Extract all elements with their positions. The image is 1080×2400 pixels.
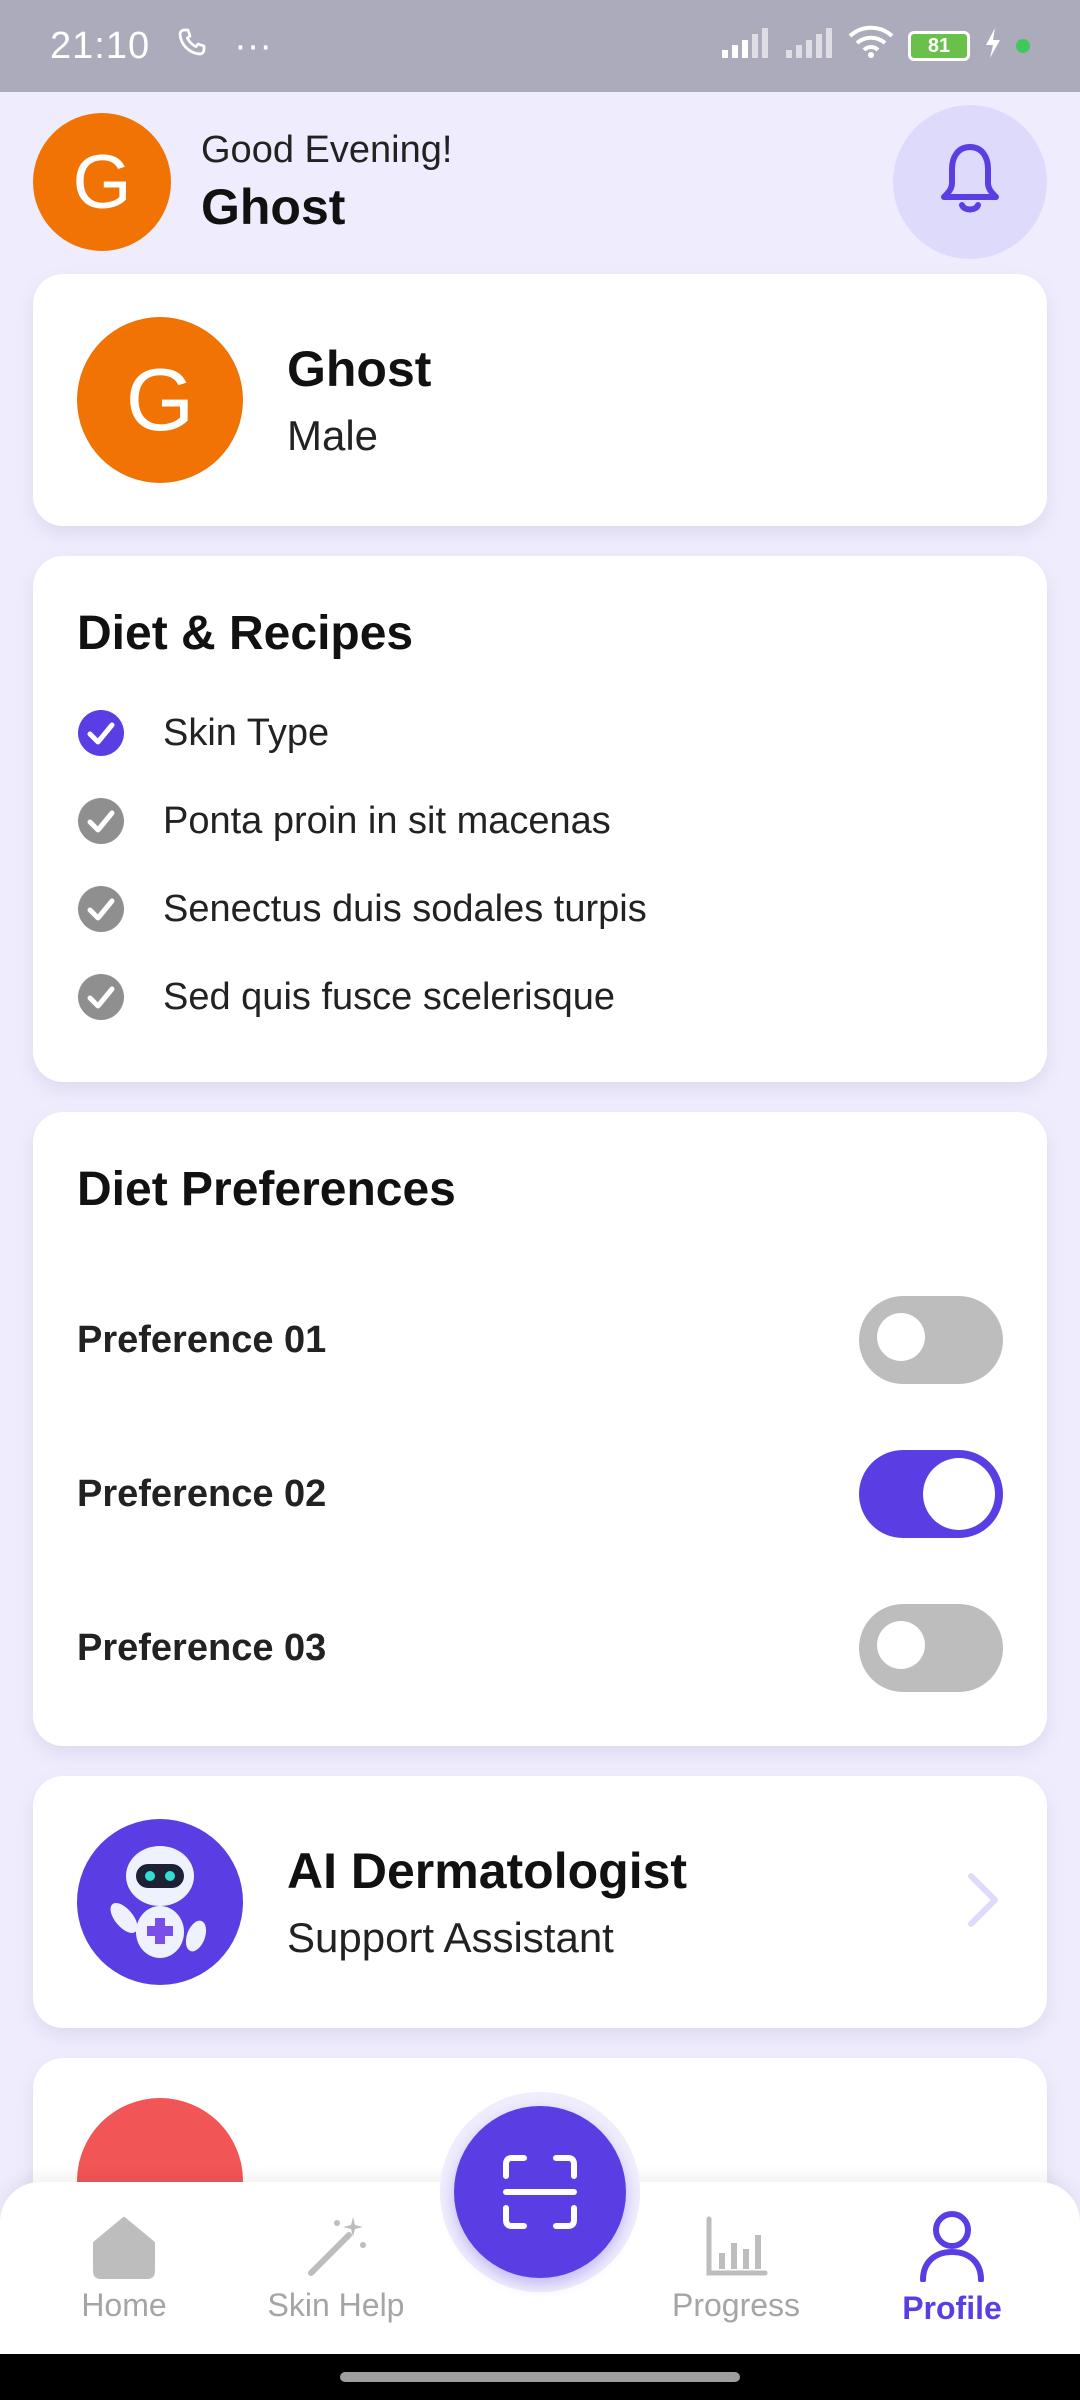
robot-avatar xyxy=(77,1819,243,1985)
diet-preferences-title: Diet Preferences xyxy=(77,1163,456,1216)
list-item-label: Sed quis fusce scelerisque xyxy=(163,975,616,1018)
list-item-label: Senectus duis sodales turpis xyxy=(163,887,647,930)
preferences-list: Preference 01 Preference 02 Preference 0… xyxy=(77,1263,1003,1725)
status-time: 21:10 xyxy=(50,24,151,67)
scan-icon xyxy=(503,2155,577,2229)
toggle-knob xyxy=(877,1313,925,1361)
nav-home-label: Home xyxy=(81,2286,167,2323)
nav-profile[interactable]: Profile xyxy=(852,2182,1052,2354)
nav-skin-help[interactable]: Skin Help xyxy=(236,2182,436,2354)
charging-icon xyxy=(984,25,1002,68)
list-item[interactable]: Ponta proin in sit macenas xyxy=(77,777,1003,865)
ai-card-title: AI Dermatologist xyxy=(287,1843,688,1899)
diet-recipes-title: Diet & Recipes xyxy=(77,607,414,660)
greeting-text: Good Evening! xyxy=(201,128,453,171)
battery-indicator: 81 xyxy=(908,31,970,61)
header: G Good Evening! Ghost xyxy=(0,92,1080,272)
preference-label: Preference 02 xyxy=(77,1472,327,1515)
phone-icon xyxy=(176,25,208,68)
magic-wand-icon xyxy=(308,2216,366,2276)
nav-progress-label: Progress xyxy=(671,2286,801,2323)
preference-row: Preference 02 xyxy=(77,1417,1003,1571)
profile-name: Ghost xyxy=(287,341,432,397)
nav-skin-help-label: Skin Help xyxy=(267,2286,405,2323)
preference-row: Preference 01 xyxy=(77,1263,1003,1417)
signal-icon-2 xyxy=(784,25,834,68)
preference-01-toggle[interactable] xyxy=(859,1296,1003,1384)
nav-progress[interactable]: Progress xyxy=(636,2182,836,2354)
profile-gender: Male xyxy=(287,412,379,459)
ai-dermatologist-card[interactable]: AI Dermatologist Support Assistant xyxy=(33,1776,1047,2028)
notifications-button[interactable] xyxy=(893,105,1047,259)
diet-recipes-card: Diet & Recipes Skin Type Ponta proin in … xyxy=(33,556,1047,1082)
preference-03-toggle[interactable] xyxy=(859,1604,1003,1692)
preference-02-toggle[interactable] xyxy=(859,1450,1003,1538)
scan-button[interactable] xyxy=(454,2106,626,2278)
chevron-right-icon xyxy=(963,1870,1003,1935)
list-item-label: Ponta proin in sit macenas xyxy=(163,799,611,842)
signal-icon xyxy=(720,25,770,68)
robot-icon xyxy=(110,1846,207,1958)
header-avatar[interactable]: G xyxy=(33,113,171,251)
bell-icon xyxy=(938,143,1002,222)
home-gesture-handle[interactable] xyxy=(340,2372,740,2382)
check-circle-icon xyxy=(78,974,124,1020)
more-notifications-icon: ··· xyxy=(234,24,273,67)
wifi-icon xyxy=(848,24,894,68)
check-circle-icon xyxy=(78,710,124,756)
bar-chart-icon xyxy=(706,2216,768,2275)
status-bar: 21:10 ··· 81 xyxy=(0,0,1080,92)
list-item[interactable]: Skin Type xyxy=(77,689,1003,777)
preference-label: Preference 03 xyxy=(77,1626,327,1669)
scan-button-wrapper xyxy=(440,2092,640,2292)
user-icon xyxy=(920,2210,984,2282)
nav-profile-label: Profile xyxy=(902,2289,1002,2326)
privacy-dot xyxy=(1016,39,1030,53)
header-user-name: Ghost xyxy=(201,178,346,235)
list-item[interactable]: Sed quis fusce scelerisque xyxy=(77,953,1003,1041)
check-circle-icon xyxy=(78,886,124,932)
diet-recipes-list: Skin Type Ponta proin in sit macenas Sen… xyxy=(77,689,1003,1041)
check-circle-icon xyxy=(78,798,124,844)
diet-preferences-card: Diet Preferences Preference 01 Preferenc… xyxy=(33,1112,1047,1746)
profile-card[interactable]: G Ghost Male xyxy=(33,274,1047,526)
toggle-knob xyxy=(877,1621,925,1669)
nav-home[interactable]: Home xyxy=(24,2182,224,2354)
home-icon xyxy=(93,2216,155,2279)
gesture-bar xyxy=(0,2354,1080,2400)
preference-label: Preference 01 xyxy=(77,1318,327,1361)
list-item-label: Skin Type xyxy=(163,711,330,754)
list-item[interactable]: Senectus duis sodales turpis xyxy=(77,865,1003,953)
ai-card-subtitle: Support Assistant xyxy=(287,1914,614,1961)
toggle-knob xyxy=(923,1458,995,1530)
profile-avatar: G xyxy=(77,317,243,483)
preference-row: Preference 03 xyxy=(77,1571,1003,1725)
